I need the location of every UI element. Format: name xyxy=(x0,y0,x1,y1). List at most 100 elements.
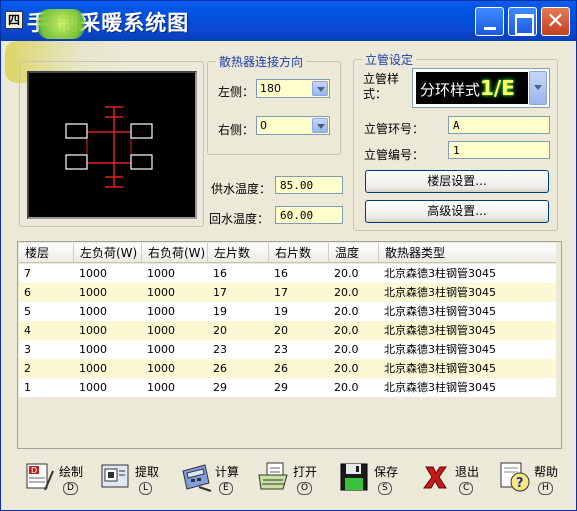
chevron-down-icon[interactable] xyxy=(312,81,328,96)
maximize-button[interactable] xyxy=(508,7,537,36)
table-cell: 29 xyxy=(213,381,227,394)
draw-icon: D xyxy=(23,461,57,493)
supply-temp-input[interactable]: 85.00 xyxy=(275,176,343,194)
table-row[interactable]: 2 1000 1000 26 26 20.0 北京森德3柱钢管3045 xyxy=(19,359,556,378)
toolbar-button-draw[interactable]: D 绘制 D xyxy=(23,461,85,503)
app-icon: 四 xyxy=(5,11,23,29)
table-cell: 北京森德3柱钢管3045 xyxy=(384,324,496,337)
column-header-left-sections[interactable]: 左片数 xyxy=(208,243,269,263)
left-side-label: 左侧： xyxy=(218,85,255,99)
table-cell: 北京森德3柱钢管3045 xyxy=(384,343,496,356)
riser-style-label: 立管样式： xyxy=(363,72,400,101)
extract-icon xyxy=(99,461,133,493)
table-cell: 20 xyxy=(274,324,288,337)
connection-legend: 散热器连接方向 xyxy=(216,53,307,70)
radiator-right-lower xyxy=(130,154,153,170)
riser-style-select[interactable]: 分环样式1/E xyxy=(412,68,550,108)
table-cell: 1000 xyxy=(147,324,175,337)
left-side-select[interactable]: 180 xyxy=(256,79,330,98)
table-cell: 23 xyxy=(213,343,227,356)
column-header-radiator-type[interactable]: 散热器类型 xyxy=(379,243,556,263)
floor-settings-button[interactable]: 楼层设置... xyxy=(365,170,549,193)
table-cell: 17 xyxy=(213,286,227,299)
table-cell: 29 xyxy=(274,381,288,394)
main-window: 四 手 制采暖系统图 ✕ 散热器连接方向 左侧： 180 右侧： 0 供水温度：… xyxy=(0,0,577,511)
toolbar-button-save-disk[interactable]: 保存 S xyxy=(338,461,400,503)
riser-number-input[interactable]: 1 xyxy=(448,141,550,159)
table-row[interactable]: 3 1000 1000 23 23 20.0 北京森德3柱钢管3045 xyxy=(19,340,556,359)
toolbar-label: 打开 xyxy=(293,465,318,479)
column-header-right-sections[interactable]: 右片数 xyxy=(269,243,329,263)
title-bar[interactable]: 四 手 制采暖系统图 ✕ xyxy=(1,1,576,41)
left-side-value: 180 xyxy=(260,82,281,95)
return-temp-input[interactable]: 60.00 xyxy=(275,206,343,224)
table-cell: 北京森德3柱钢管3045 xyxy=(384,267,496,280)
advanced-settings-button[interactable]: 高级设置... xyxy=(365,200,549,223)
shortcut-key: E xyxy=(219,482,233,495)
table-cell: 16 xyxy=(213,267,227,280)
table-cell: 1000 xyxy=(79,305,107,318)
column-header-temperature[interactable]: 温度 xyxy=(329,243,379,263)
table-cell: 23 xyxy=(274,343,288,356)
table-cell: 北京森德3柱钢管3045 xyxy=(384,381,496,394)
table-row[interactable]: 4 1000 1000 20 20 20.0 北京森德3柱钢管3045 xyxy=(19,321,556,340)
right-side-select[interactable]: 0 xyxy=(256,116,330,135)
table-row[interactable]: 5 1000 1000 19 19 20.0 北京森德3柱钢管3045 xyxy=(19,302,556,321)
table-cell: 1000 xyxy=(147,381,175,394)
table-row[interactable]: 1 1000 1000 29 29 20.0 北京森德3柱钢管3045 xyxy=(19,378,556,397)
save-disk-icon xyxy=(338,461,372,493)
toolbar-label: 计算 xyxy=(215,465,240,479)
obscured-region xyxy=(37,9,85,39)
table-cell: 20.0 xyxy=(334,381,359,394)
toolbar-button-exit-x[interactable]: 退出 C xyxy=(419,461,481,503)
table-cell: 16 xyxy=(274,267,288,280)
table-cell: 北京森德3柱钢管3045 xyxy=(384,362,496,375)
table-cell: 19 xyxy=(274,305,288,318)
toolbar-label: 保存 xyxy=(374,465,399,479)
riser-ring-input[interactable]: A xyxy=(448,116,550,134)
toolbar-label: 帮助 xyxy=(534,465,559,479)
shortcut-key: O xyxy=(297,482,313,495)
riser-legend: 立管设定 xyxy=(362,51,417,68)
table-cell: 20 xyxy=(213,324,227,337)
close-button[interactable]: ✕ xyxy=(541,7,570,36)
table-row[interactable]: 6 1000 1000 17 17 20.0 北京森德3柱钢管3045 xyxy=(19,283,556,302)
shortcut-key: S xyxy=(378,482,392,495)
table-cell: 20.0 xyxy=(334,362,359,375)
chevron-down-icon[interactable] xyxy=(529,71,547,105)
toolbar-button-help[interactable]: ? 帮助 H xyxy=(498,461,560,503)
column-header-left-load[interactable]: 左负荷(W) xyxy=(74,243,142,263)
table-cell: 20.0 xyxy=(334,305,359,318)
table-cell: 北京森德3柱钢管3045 xyxy=(384,286,496,299)
table-cell: 1000 xyxy=(147,267,175,280)
table-cell: 7 xyxy=(24,267,31,280)
riser-diagram xyxy=(65,106,153,188)
toolbar-button-extract[interactable]: 提取 L xyxy=(99,461,161,503)
toolbar-button-calculator[interactable]: 计算 E xyxy=(179,461,241,503)
table-cell: 2 xyxy=(24,362,31,375)
table-cell: 1000 xyxy=(79,324,107,337)
svg-text:D: D xyxy=(31,466,37,475)
table-cell: 3 xyxy=(24,343,31,356)
table-cell: 1000 xyxy=(147,305,175,318)
column-header-right-load[interactable]: 右负荷(W) xyxy=(142,243,208,263)
table-header: 楼层 左负荷(W) 右负荷(W) 左片数 右片数 温度 散热器类型 xyxy=(19,243,556,263)
table-cell: 北京森德3柱钢管3045 xyxy=(384,305,496,318)
table-cell: 20.0 xyxy=(334,343,359,356)
table-cell: 6 xyxy=(24,286,31,299)
toolbar-button-open-folder[interactable]: 打开 O xyxy=(257,461,319,503)
table-cell: 1000 xyxy=(79,381,107,394)
riser-preview-canvas xyxy=(27,71,197,219)
minimize-button[interactable] xyxy=(475,7,504,36)
riser-style-highlight: 1/E xyxy=(480,76,515,100)
floor-table[interactable]: 楼层 左负荷(W) 右负荷(W) 左片数 右片数 温度 散热器类型 7 1000 1… xyxy=(17,241,562,449)
table-cell: 26 xyxy=(213,362,227,375)
radiator-left-lower xyxy=(65,154,88,170)
chevron-down-icon[interactable] xyxy=(312,118,328,133)
help-icon: ? xyxy=(498,461,532,493)
table-cell: 20.0 xyxy=(334,324,359,337)
table-cell: 1000 xyxy=(79,267,107,280)
column-header-floor[interactable]: 楼层 xyxy=(19,243,74,263)
table-row[interactable]: 7 1000 1000 16 16 20.0 北京森德3柱钢管3045 xyxy=(19,264,556,283)
table-cell: 1000 xyxy=(79,286,107,299)
